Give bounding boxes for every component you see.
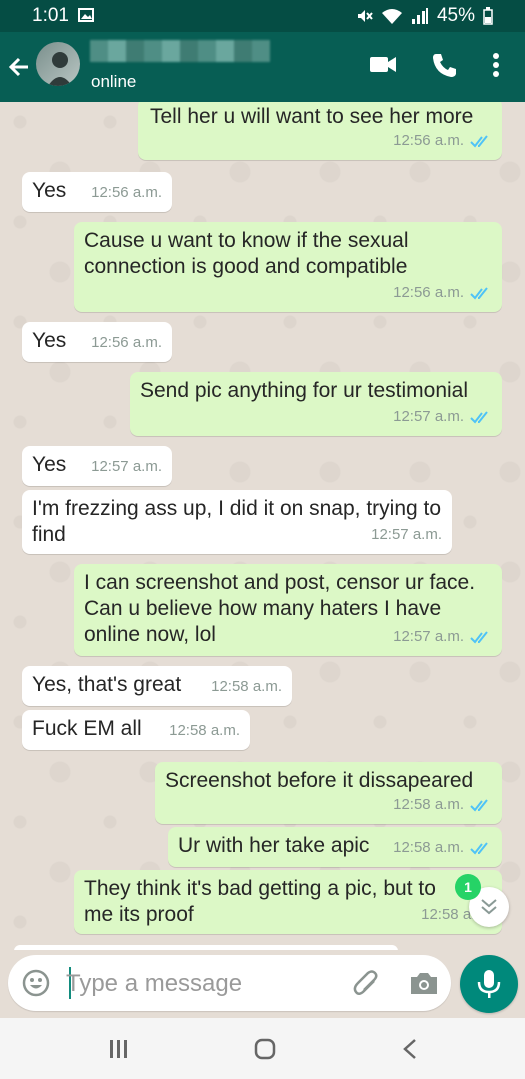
message-meta: 12:56 a.m. — [91, 180, 162, 206]
message-meta: 12:58 a.m. — [393, 792, 492, 818]
system-nav-bar — [0, 1018, 525, 1079]
message-outgoing[interactable]: I can screenshot and post, censor ur fac… — [74, 564, 502, 656]
mic-button[interactable] — [460, 955, 518, 1013]
message-time: 12:56 a.m. — [91, 334, 162, 351]
message-time: 12:56 a.m. — [91, 184, 162, 201]
home-icon[interactable] — [253, 1037, 277, 1061]
message-incoming[interactable]: I'm frezzing ass up, I did it on snap, t… — [22, 490, 452, 554]
message-meta: 12:57 a.m. — [393, 624, 492, 650]
message-text: Cause u want to know if the sexual conne… — [84, 229, 409, 278]
emoji-icon[interactable] — [22, 969, 50, 997]
message-time: 12:57 a.m. — [371, 526, 442, 543]
attach-icon[interactable] — [352, 969, 382, 999]
contact-presence: online — [91, 72, 137, 91]
message-outgoing[interactable]: Tell her u will want to see her more 12:… — [138, 102, 502, 160]
message-time: 12:58 a.m. — [211, 678, 282, 695]
message-time: 12:57 a.m. — [393, 628, 464, 645]
status-right: 45% — [355, 5, 493, 27]
message-input[interactable] — [64, 965, 348, 1003]
message-list[interactable]: Tell her u will want to see her more 12:… — [0, 102, 525, 950]
contact-avatar[interactable] — [36, 42, 80, 86]
message-incoming[interactable]: Yes 12:57 a.m. — [22, 446, 172, 486]
read-ticks-icon — [470, 631, 488, 644]
message-meta: 12:58 a.m. — [393, 835, 492, 861]
chat-header: online — [0, 32, 525, 102]
message-meta: 12:57 a.m. — [393, 404, 492, 430]
gallery-notification-icon — [78, 8, 94, 22]
contact-name-redacted[interactable] — [90, 40, 270, 62]
battery-level: 45% — [436, 5, 475, 26]
message-text: Screenshot before it dissapeared — [165, 769, 474, 792]
message-incoming-partial — [14, 945, 398, 950]
message-incoming[interactable]: Yes 12:56 a.m. — [22, 322, 172, 362]
message-text: Send pic anything for ur testimonial — [140, 379, 469, 402]
video-call-icon[interactable] — [368, 52, 398, 78]
message-meta: 12:58 a.m. — [169, 718, 240, 744]
read-ticks-icon — [470, 842, 488, 855]
message-time: 12:58 a.m. — [393, 796, 464, 813]
read-ticks-icon — [470, 799, 488, 812]
camera-icon[interactable] — [409, 970, 439, 996]
message-outgoing[interactable]: Send pic anything for ur testimonial 12:… — [130, 372, 502, 436]
message-text: Tell her u will want to see her more — [150, 105, 474, 128]
message-text: They think it's bad getting a pic, but t… — [84, 877, 436, 926]
message-meta: 12:57 a.m. — [91, 454, 162, 480]
mute-icon — [357, 10, 373, 22]
message-meta: 12:56 a.m. — [393, 128, 492, 154]
message-outgoing[interactable]: Screenshot before it dissapeared 12:58 a… — [155, 762, 502, 824]
signal-icon — [411, 8, 428, 24]
read-ticks-icon — [470, 411, 488, 424]
message-meta: 12:58 a.m. — [211, 674, 282, 700]
more-options-icon[interactable] — [490, 52, 502, 78]
nav-back-icon[interactable] — [400, 1037, 420, 1061]
message-meta: 12:56 a.m. — [91, 330, 162, 356]
message-outgoing[interactable]: Cause u want to know if the sexual conne… — [74, 222, 502, 312]
message-time: 12:57 a.m. — [393, 408, 464, 425]
message-incoming[interactable]: Yes, that's great 12:58 a.m. — [22, 666, 292, 706]
phone-icon[interactable] — [431, 52, 457, 78]
unread-badge: 1 — [455, 874, 481, 900]
back-arrow-icon[interactable] — [8, 52, 30, 82]
message-time: 12:56 a.m. — [393, 132, 464, 149]
message-time: 12:56 a.m. — [393, 284, 464, 301]
read-ticks-icon — [470, 135, 488, 148]
message-time: 12:58 a.m. — [393, 839, 464, 856]
message-time: 12:58 a.m. — [169, 722, 240, 739]
battery-icon — [483, 7, 493, 25]
mic-icon — [477, 970, 501, 998]
message-meta: 12:57 a.m. — [371, 522, 442, 548]
composer — [8, 955, 451, 1011]
message-outgoing[interactable]: They think it's bad getting a pic, but t… — [74, 870, 502, 934]
message-incoming[interactable]: Yes 12:56 a.m. — [22, 172, 172, 212]
message-time: 12:57 a.m. — [91, 458, 162, 475]
status-time: 1:01 — [32, 5, 69, 26]
read-ticks-icon — [470, 287, 488, 300]
wifi-icon — [381, 9, 402, 24]
message-outgoing[interactable]: Ur with her take apic 12:58 a.m. — [168, 827, 502, 867]
status-bar: 1:01 45% — [0, 0, 525, 32]
message-incoming[interactable]: Fuck EM all 12:58 a.m. — [22, 710, 250, 750]
message-meta: 12:56 a.m. — [393, 280, 492, 306]
recent-apps-icon[interactable] — [108, 1038, 130, 1060]
